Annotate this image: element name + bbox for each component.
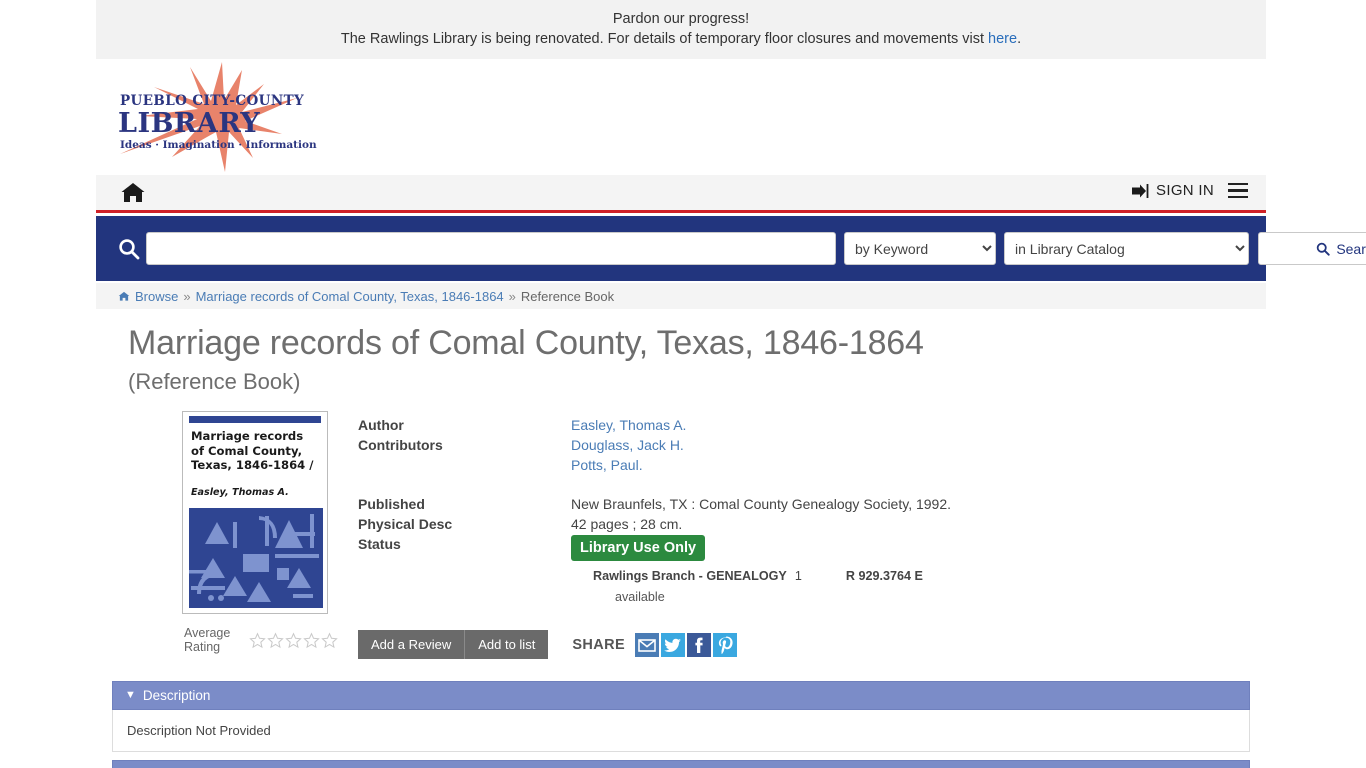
accordion-panels: ▼ Description Description Not Provided ▼… — [96, 681, 1266, 768]
add-review-button[interactable]: Add a Review — [358, 630, 465, 659]
breadcrumb-separator-2: » — [508, 288, 516, 304]
email-share-icon[interactable] — [635, 632, 660, 657]
breadcrumb-current: Reference Book — [520, 288, 615, 304]
add-to-list-button[interactable]: Add to list — [464, 630, 549, 659]
availability-branch: Rawlings Branch - GENEALOGY — [593, 569, 787, 583]
rating-stars[interactable] — [249, 631, 338, 649]
utility-nav: SIGN IN — [96, 175, 1266, 213]
status-value: Library Use Only Rawlings Branch - GENEA… — [571, 534, 1266, 607]
alert-here-link[interactable]: here — [988, 31, 1017, 47]
author-link[interactable]: Easley, Thomas A. — [571, 415, 1266, 435]
search-input[interactable] — [146, 232, 836, 265]
panel-description-title: Description — [142, 688, 211, 703]
status-label: Status — [358, 536, 401, 552]
availability-row: Rawlings Branch - GENEALOGY 1 R 929.3764… — [571, 566, 1266, 586]
page-title: Marriage records of Comal County, Texas,… — [128, 324, 924, 362]
search-icon — [112, 238, 146, 260]
published-label: Published — [358, 496, 425, 512]
breadcrumb-home-icon-svg — [118, 291, 130, 301]
record-format: (Reference Book) — [128, 369, 301, 394]
search-button-icon — [1317, 242, 1330, 256]
hamburger-menu-icon[interactable] — [1228, 182, 1248, 199]
share-label: SHARE — [572, 636, 626, 653]
breadcrumb: Browse » Marriage records of Comal Count… — [96, 283, 1266, 309]
cover-artwork — [189, 508, 323, 608]
search-button-label: Search — [1336, 240, 1366, 257]
site-logo[interactable]: PUEBLO CITY-COUNTY LIBRARY Ideas · Imagi… — [112, 62, 362, 172]
record-body: Marriage records of Comal County, Texas,… — [96, 411, 1266, 659]
breadcrumb-separator-1: » — [183, 288, 191, 304]
cover-title: Marriage records of Comal County, Texas,… — [191, 429, 314, 472]
alert-headline: Pardon our progress! — [612, 11, 750, 27]
search-bar: by Keyword in Library Catalog Search — [96, 216, 1366, 281]
search-icon-svg — [119, 238, 140, 259]
alert-banner: Pardon our progress! The Rawlings Librar… — [96, 0, 1266, 59]
status-badge: Library Use Only — [571, 535, 706, 561]
facebook-share-icon[interactable] — [687, 632, 712, 657]
star-icon[interactable] — [321, 631, 338, 649]
author-label: Author — [358, 417, 404, 433]
published-value: New Braunfels, TX : Comal County Genealo… — [571, 496, 952, 512]
record-details: Author Easley, Thomas A. Contributors Do… — [338, 411, 1266, 659]
search-field-select[interactable]: by Keyword — [844, 232, 996, 265]
panel-description-header[interactable]: ▼ Description — [112, 681, 1250, 710]
average-rating-label: Average Rating — [184, 626, 231, 654]
chevron-down-icon: ▼ — [125, 689, 136, 701]
utility-nav-right: SIGN IN — [1132, 182, 1248, 199]
action-button-group: Add a Review Add to list — [358, 630, 549, 659]
breadcrumb-home-icon — [118, 291, 130, 302]
share-icon-group — [635, 632, 738, 657]
search-button[interactable]: Search — [1258, 232, 1366, 265]
meta-spacer-value — [571, 475, 1266, 494]
star-icon[interactable] — [303, 631, 320, 649]
cover-column: Marriage records of Comal County, Texas,… — [128, 411, 338, 654]
svg-text:PUEBLO CITY-COUNTY: PUEBLO CITY-COUNTY — [120, 93, 304, 109]
breadcrumb-record-link[interactable]: Marriage records of Comal County, Texas,… — [196, 289, 504, 304]
pinterest-share-icon[interactable] — [713, 632, 738, 657]
record-actions: Add a Review Add to list SHARE — [358, 630, 1266, 659]
library-logo-icon: PUEBLO CITY-COUNTY LIBRARY Ideas · Imagi… — [118, 62, 317, 172]
sign-in-label: SIGN IN — [1156, 182, 1214, 199]
panel-description: ▼ Description Description Not Provided — [112, 681, 1250, 752]
meta-spacer-label — [358, 475, 571, 494]
metadata-grid: Author Easley, Thomas A. Contributors Do… — [358, 415, 1266, 607]
site-header: PUEBLO CITY-COUNTY LIBRARY Ideas · Imagi… — [96, 59, 1266, 175]
physical-desc-label: Physical Desc — [358, 516, 453, 532]
home-icon-svg — [121, 183, 145, 202]
physical-desc-value: 42 pages ; 28 cm. — [571, 516, 683, 532]
breadcrumb-browse-link[interactable]: Browse — [135, 289, 178, 304]
sign-in-icon — [1132, 183, 1149, 198]
twitter-share-icon[interactable] — [661, 632, 686, 657]
author-value: Easley, Thomas A. — [571, 415, 1266, 435]
sign-in-button[interactable]: SIGN IN — [1132, 182, 1214, 199]
cover-top-bar — [189, 416, 321, 423]
star-icon[interactable] — [249, 631, 266, 649]
star-icon[interactable] — [267, 631, 284, 649]
availability-call-number: R 929.3764 E — [845, 569, 923, 583]
panel-description-body: Description Not Provided — [112, 710, 1250, 752]
panel-copies: ▼ Copies — [112, 760, 1250, 768]
cover-author: Easley, Thomas A. — [191, 486, 289, 498]
availability-count: 1 — [794, 569, 802, 583]
contributor-link[interactable]: Potts, Paul. — [571, 455, 1266, 475]
main-content: Marriage records of Comal County, Texas,… — [96, 309, 1266, 768]
star-icon[interactable] — [285, 631, 302, 649]
alert-message-text: The Rawlings Library is being renovated.… — [340, 31, 989, 47]
panel-copies-header[interactable]: ▼ Copies — [112, 760, 1250, 768]
home-icon[interactable] — [120, 181, 146, 205]
svg-text:Ideas · Imagination · Informat: Ideas · Imagination · Information — [120, 139, 317, 151]
alert-message-period: . — [1017, 31, 1022, 47]
average-rating: Average Rating — [182, 626, 338, 654]
contributors-label: Contributors — [358, 437, 443, 453]
availability-status-text: available — [615, 590, 665, 604]
alert-message: The Rawlings Library is being renovated.… — [96, 29, 1266, 49]
contributor-link[interactable]: Douglass, Jack H. — [571, 435, 1266, 455]
search-source-select[interactable]: in Library Catalog — [1004, 232, 1249, 265]
book-cover[interactable]: Marriage records of Comal County, Texas,… — [182, 411, 328, 614]
svg-text:LIBRARY: LIBRARY — [118, 108, 260, 139]
page-root: Pardon our progress! The Rawlings Librar… — [0, 0, 1366, 768]
contributors-value: Douglass, Jack H. Potts, Paul. — [571, 435, 1266, 475]
